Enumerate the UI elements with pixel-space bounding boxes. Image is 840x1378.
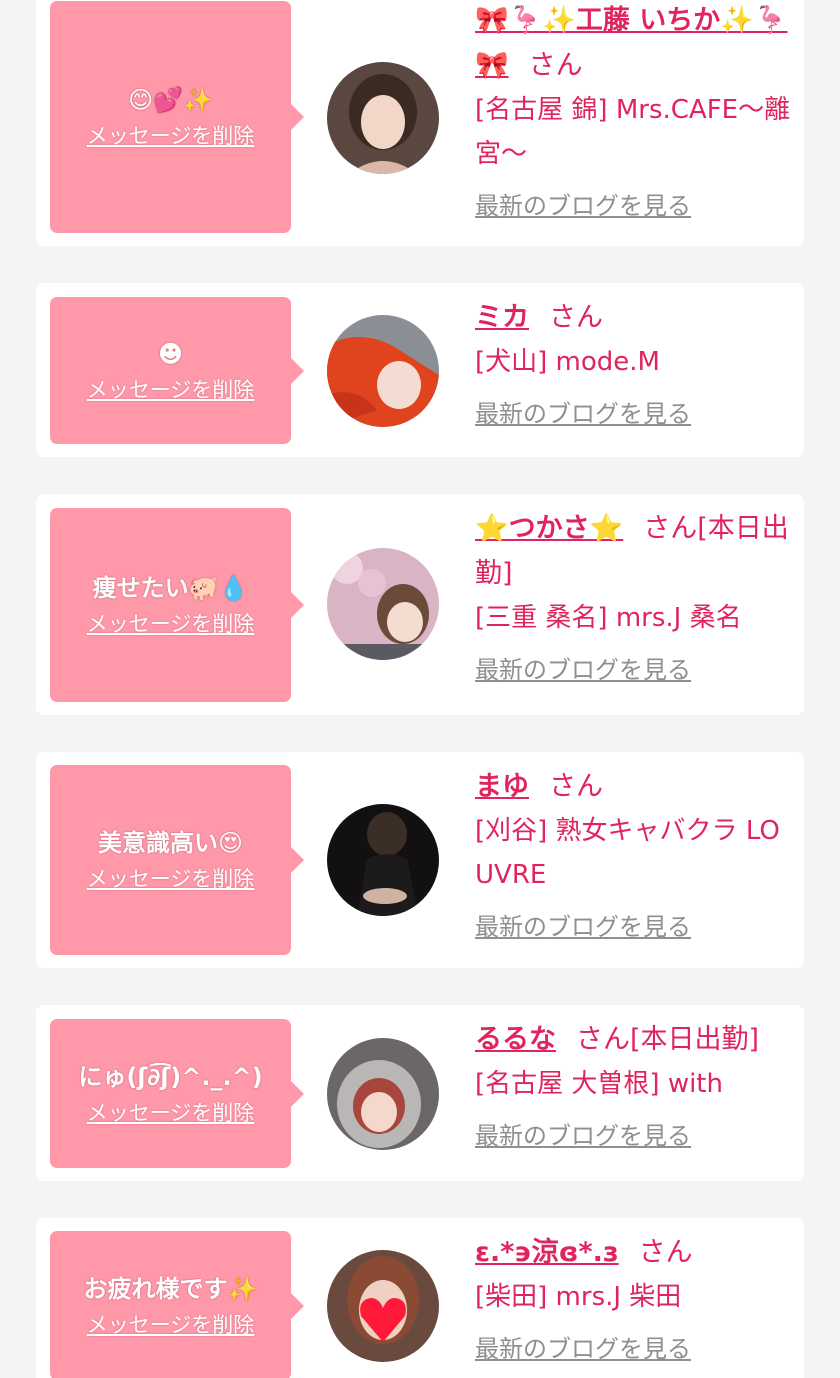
cast-name-link[interactable]: 🎀🦩✨工藤 いちか✨🦩🎀 — [475, 5, 788, 81]
message-text: ☻ — [157, 339, 184, 368]
latest-blog-link[interactable]: 最新のブログを見る — [475, 1120, 691, 1152]
avatar[interactable] — [327, 1250, 439, 1362]
honorific: さん — [528, 50, 583, 81]
message-bubble: お疲れ様です✨ メッセージを削除 — [50, 1231, 304, 1378]
name-line: まゆ さん — [475, 764, 797, 809]
message-bubble: 😊💕✨ メッセージを削除 — [50, 1, 304, 233]
favorite-info: るるな さん[本日出勤] [名古屋 大曽根] with 最新のブログを見る — [475, 1017, 797, 1152]
avatar[interactable] — [327, 1038, 439, 1150]
favorite-info: まゆ さん [刈谷] 熟女キャバクラ LOUVRE 最新のブログを見る — [475, 764, 797, 943]
cast-name-link[interactable]: るるな — [475, 1024, 556, 1055]
shop-name: [柴田] mrs.J 柴田 — [475, 1282, 682, 1312]
latest-blog-link[interactable]: 最新のブログを見る — [475, 190, 691, 222]
work-status: [本日出勤] — [630, 1024, 760, 1055]
latest-blog-link[interactable]: 最新のブログを見る — [475, 398, 691, 430]
message-bubble: 美意識高い😍 メッセージを削除 — [50, 765, 304, 955]
name-line: るるな さん[本日出勤] — [475, 1017, 797, 1062]
delete-message-link[interactable]: メッセージを削除 — [87, 865, 255, 893]
avatar-photo-icon — [327, 62, 439, 174]
favorite-card: お疲れ様です✨ メッセージを削除 ε.*϶涼ɞ*.з さん [柴田] mrs.J … — [36, 1218, 804, 1378]
honorific: さん — [638, 1237, 693, 1268]
favorite-card: にゅ(ʃ∂͡ʃ)^._.^) メッセージを削除 るるな さん[本日出勤] [名古屋… — [36, 1005, 804, 1181]
avatar-photo-icon — [327, 1250, 439, 1362]
cast-name-link[interactable]: ⭐️つかさ⭐️ — [475, 513, 623, 544]
latest-blog-link[interactable]: 最新のブログを見る — [475, 911, 691, 943]
latest-blog-link[interactable]: 最新のブログを見る — [475, 1333, 691, 1365]
avatar-photo-icon — [327, 804, 439, 916]
honorific: さん — [643, 513, 698, 544]
favorite-card: 美意識高い😍 メッセージを削除 まゆ さん [刈谷] 熟女キャバクラ LOUVRE… — [36, 752, 804, 968]
delete-message-link[interactable]: メッセージを削除 — [87, 610, 255, 638]
favorite-card: 痩せたい🐖💧 メッセージを削除 ⭐️つかさ⭐️ さん[本日出勤] [三重 桑名] … — [36, 494, 804, 715]
favorite-info: ε.*϶涼ɞ*.з さん [柴田] mrs.J 柴田 最新のブログを見る — [475, 1230, 797, 1365]
avatar[interactable] — [327, 804, 439, 916]
message-text: お疲れ様です✨ — [83, 1274, 258, 1303]
cast-name-link[interactable]: ε.*϶涼ɞ*.з — [475, 1237, 619, 1268]
shop-name: [三重 桑名] mrs.J 桑名 — [475, 603, 742, 633]
shop-name: [刈谷] 熟女キャバクラ LOUVRE — [475, 816, 780, 890]
favorite-info: 🎀🦩✨工藤 いちか✨🦩🎀 さん [名古屋 錦] Mrs.CAFE〜離宮〜 最新のブ… — [475, 0, 797, 222]
favorite-info: ⭐️つかさ⭐️ さん[本日出勤] [三重 桑名] mrs.J 桑名 最新のブログを… — [475, 506, 797, 686]
avatar-photo-icon — [327, 1038, 439, 1150]
shop-name: [名古屋 錦] Mrs.CAFE〜離宮〜 — [475, 95, 791, 169]
name-line: ミカ さん — [475, 295, 797, 340]
favorite-card: ☻ メッセージを削除 ミカ さん [犬山] mode.M 最新のブログを見る — [36, 283, 804, 457]
avatar-photo-icon — [327, 548, 439, 660]
avatar[interactable] — [327, 62, 439, 174]
favorite-card: 😊💕✨ メッセージを削除 🎀🦩✨工藤 いちか✨🦩🎀 さん [名古屋 錦] Mrs.… — [36, 0, 804, 246]
delete-message-link[interactable]: メッセージを削除 — [87, 1099, 255, 1127]
cast-name-link[interactable]: まゆ — [475, 771, 529, 802]
avatar[interactable] — [327, 548, 439, 660]
message-bubble: 痩せたい🐖💧 メッセージを削除 — [50, 508, 304, 702]
cast-name-link[interactable]: ミカ — [475, 302, 529, 333]
message-bubble: ☻ メッセージを削除 — [50, 297, 304, 444]
message-text: 痩せたい🐖💧 — [92, 574, 249, 602]
delete-message-link[interactable]: メッセージを削除 — [87, 1311, 255, 1339]
name-line: ⭐️つかさ⭐️ さん[本日出勤] — [475, 506, 797, 596]
favorite-info: ミカ さん [犬山] mode.M 最新のブログを見る — [475, 295, 797, 430]
delete-message-link[interactable]: メッセージを削除 — [87, 122, 255, 150]
latest-blog-link[interactable]: 最新のブログを見る — [475, 654, 691, 686]
message-text: にゅ(ʃ∂͡ʃ)^._.^) — [78, 1062, 263, 1091]
name-line: 🎀🦩✨工藤 いちか✨🦩🎀 さん — [475, 0, 797, 88]
message-text: 😊💕✨ — [128, 86, 213, 114]
honorific: さん — [549, 302, 603, 333]
name-line: ε.*϶涼ɞ*.з さん — [475, 1230, 797, 1275]
delete-message-link[interactable]: メッセージを削除 — [87, 376, 255, 404]
honorific: さん — [576, 1024, 630, 1055]
shop-name: [名古屋 大曽根] with — [475, 1069, 723, 1099]
avatar[interactable] — [327, 315, 439, 427]
message-bubble: にゅ(ʃ∂͡ʃ)^._.^) メッセージを削除 — [50, 1019, 304, 1168]
avatar-photo-icon — [327, 315, 439, 427]
honorific: さん — [549, 771, 603, 802]
message-text: 美意識高い😍 — [97, 829, 244, 857]
favorites-list: 😊💕✨ メッセージを削除 🎀🦩✨工藤 いちか✨🦩🎀 さん [名古屋 錦] Mrs.… — [0, 0, 840, 1378]
shop-name: [犬山] mode.M — [475, 347, 660, 377]
